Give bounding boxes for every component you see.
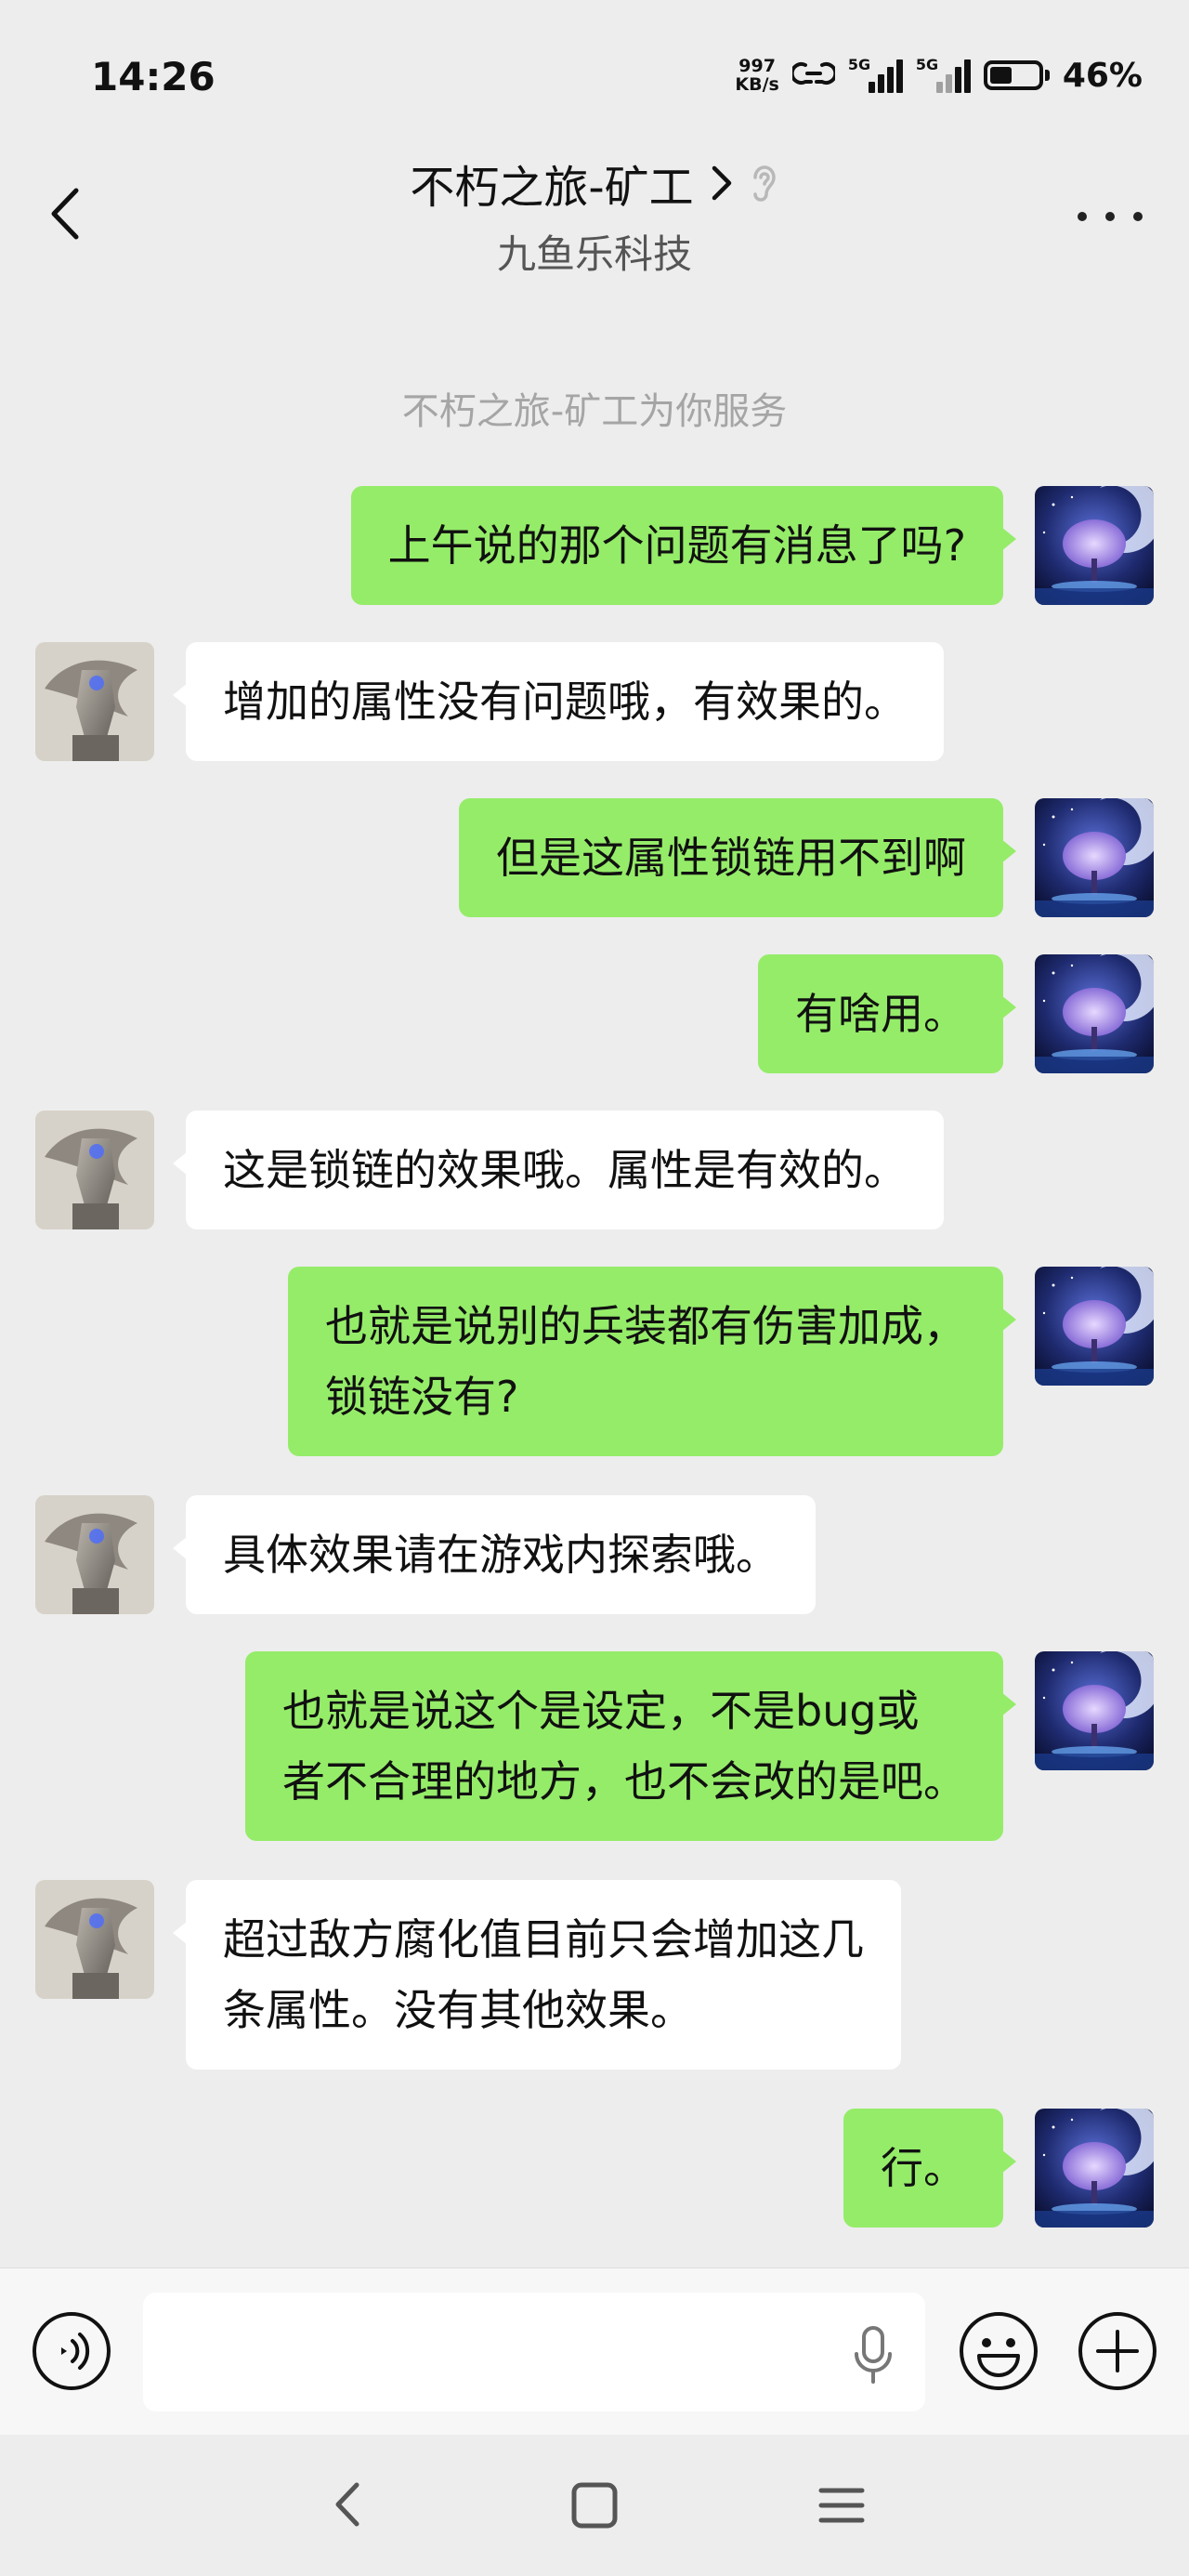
microphone-button[interactable] — [845, 2322, 901, 2387]
network-speed-value: 997 — [738, 56, 776, 76]
system-back-button[interactable] — [325, 2472, 372, 2537]
message-bubble-sent[interactable]: 也就是说这个是设定，不是bug或 者不合理的地方，也不会改的是吧。 — [245, 1651, 1016, 1841]
voice-mode-button[interactable] — [30, 2309, 113, 2393]
message-bubble-received[interactable]: 具体效果请在游戏内探索哦。 — [173, 1495, 816, 1614]
emoji-icon — [960, 2312, 1038, 2390]
system-home-button[interactable] — [567, 2477, 622, 2533]
message-bubble-sent[interactable]: 行。 — [843, 2109, 1016, 2228]
message-bubble-sent[interactable]: 上午说的那个问题有消息了吗? — [350, 486, 1017, 605]
status-indicators: 997 KB/s 5G 5G 46% — [735, 52, 1143, 99]
user-avatar[interactable] — [1035, 2109, 1154, 2228]
network-speed: 997 KB/s — [735, 57, 778, 94]
chat-title[interactable]: 不朽之旅-矿工 — [410, 151, 693, 216]
system-back-icon — [335, 2482, 359, 2527]
user-avatar[interactable] — [1035, 798, 1154, 917]
more-dots-icon — [1078, 212, 1087, 221]
ear-icon — [752, 165, 776, 202]
battery-icon — [983, 60, 1050, 90]
sim2-label: 5G — [915, 56, 939, 73]
network-speed-unit: KB/s — [735, 74, 779, 95]
service-avatar[interactable] — [35, 1111, 154, 1229]
service-avatar[interactable] — [35, 1880, 154, 1999]
service-avatar[interactable] — [35, 642, 154, 761]
hd-link-icon — [790, 58, 838, 93]
user-avatar[interactable] — [1035, 954, 1154, 1073]
user-avatar[interactable] — [1035, 1651, 1154, 1770]
title-row[interactable]: 不朽之旅-矿工 — [0, 151, 1189, 216]
chevron-right-icon — [712, 165, 731, 201]
system-menu-icon — [818, 2488, 865, 2523]
signal-sim1-icon: 5G — [847, 56, 903, 93]
message-input[interactable] — [143, 2293, 925, 2412]
plus-icon — [1078, 2312, 1156, 2390]
battery-percent: 46% — [1062, 56, 1143, 95]
message-bubble-sent[interactable]: 但是这属性锁链用不到啊 — [459, 798, 1016, 917]
message-bubble-received[interactable]: 这是锁链的效果哦。属性是有效的。 — [173, 1111, 944, 1229]
message-bubble-received[interactable]: 增加的属性没有问题哦，有效果的。 — [173, 642, 944, 761]
status-bar: 14:26 997 KB/s 5G 5G 46% — [0, 0, 1189, 149]
user-avatar[interactable] — [1035, 1267, 1154, 1386]
more-button[interactable] — [1078, 203, 1143, 230]
service-avatar[interactable] — [35, 1495, 154, 1614]
user-avatar[interactable] — [1035, 486, 1154, 605]
service-notice: 不朽之旅-矿工为你服务 — [401, 390, 788, 433]
sim1-label: 5G — [847, 56, 871, 73]
voice-mode-icon — [33, 2312, 111, 2390]
battery-fill — [989, 67, 1012, 84]
system-nav-bar — [0, 2435, 1189, 2576]
microphone-icon — [855, 2326, 892, 2384]
message-bubble-sent[interactable]: 有啥用。 — [758, 954, 1016, 1073]
emoji-button[interactable] — [957, 2309, 1040, 2393]
status-time: 14:26 — [91, 54, 216, 99]
signal-sim2-icon: 5G — [915, 56, 971, 93]
message-bubble-received[interactable]: 超过敌方腐化值目前只会增加这几 条属性。没有其他效果。 — [173, 1880, 901, 2070]
input-bar — [0, 2267, 1189, 2435]
chat-subtitle: 九鱼乐科技 — [496, 231, 692, 277]
system-home-icon — [571, 2482, 618, 2529]
system-recents-button[interactable] — [816, 2477, 868, 2533]
chat-header: 不朽之旅-矿工 九鱼乐科技 — [0, 149, 1189, 286]
message-bubble-sent[interactable]: 也就是说别的兵装都有伤害加成， 锁链没有? — [288, 1267, 1016, 1456]
more-functions-button[interactable] — [1076, 2309, 1159, 2393]
